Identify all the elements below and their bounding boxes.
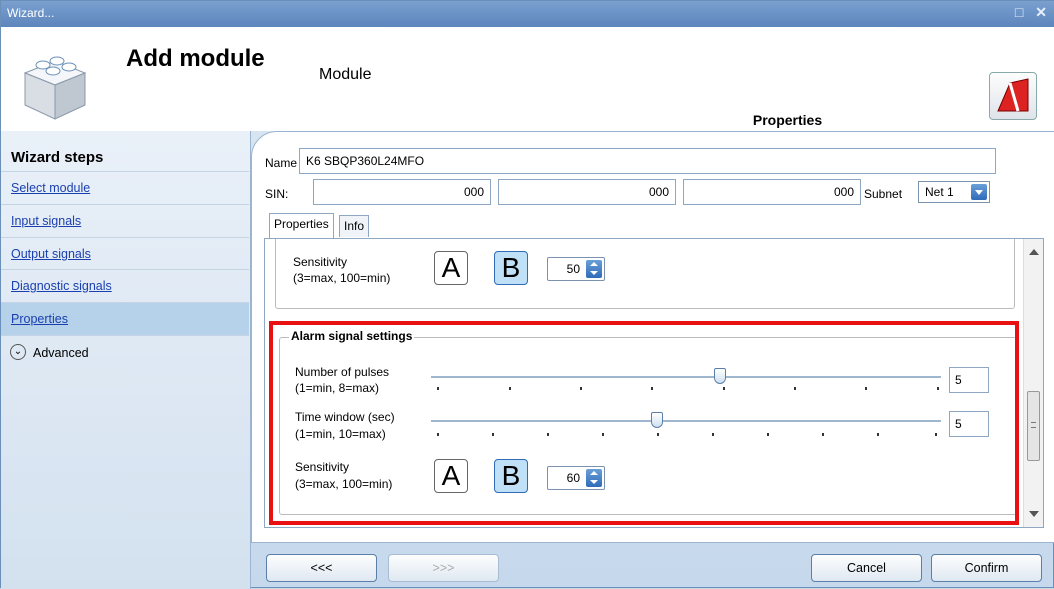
next-button[interactable]: >>> bbox=[388, 554, 499, 582]
page-subtitle: Module bbox=[319, 66, 372, 83]
wizard-steps-sidebar: Wizard steps Select module Input signals… bbox=[1, 131, 251, 589]
chevron-down-icon bbox=[971, 184, 987, 200]
back-button[interactable]: <<< bbox=[266, 554, 377, 582]
sensitivity-value: 50 bbox=[566, 262, 580, 276]
chevron-down-icon: ⌄ bbox=[10, 344, 26, 360]
scroll-thumb[interactable] bbox=[1027, 391, 1040, 461]
sidebar-item-input-signals[interactable]: Input signals bbox=[1, 204, 249, 237]
sidebar-item-label[interactable]: Input signals bbox=[11, 214, 81, 228]
sin-field-3[interactable]: 000 bbox=[683, 179, 861, 205]
sidebar-item-label[interactable]: Properties bbox=[11, 312, 68, 326]
name-label: Name bbox=[265, 156, 298, 170]
sin-label: SIN: bbox=[265, 187, 289, 201]
subnet-value: Net 1 bbox=[925, 185, 954, 199]
sidebar-item-label[interactable]: Select module bbox=[11, 181, 90, 195]
name-field[interactable]: K6 SBQP360L24MFO bbox=[299, 148, 996, 174]
cancel-button[interactable]: Cancel bbox=[811, 554, 922, 582]
exit-icon bbox=[997, 78, 1029, 112]
window-title: Wizard... bbox=[7, 6, 55, 20]
grip-icon bbox=[1031, 422, 1036, 428]
sidebar-advanced-toggle[interactable]: ⌄ Advanced bbox=[1, 335, 249, 368]
sensitivity-a-button[interactable]: A bbox=[434, 251, 468, 285]
sensitivity-b-button[interactable]: B bbox=[494, 251, 528, 285]
sidebar-item-diagnostic-signals[interactable]: Diagnostic signals bbox=[1, 269, 249, 302]
sin-field-2[interactable]: 000 bbox=[498, 179, 676, 205]
exit-wizard-button[interactable] bbox=[989, 72, 1037, 120]
sensitivity-range: (3=max, 100=min) bbox=[293, 271, 391, 285]
sidebar-item-label[interactable]: Diagnostic signals bbox=[11, 279, 112, 293]
sidebar-item-output-signals[interactable]: Output signals bbox=[1, 237, 249, 270]
sidebar-item-properties[interactable]: Properties bbox=[1, 302, 249, 335]
sidebar-item-label[interactable]: Output signals bbox=[11, 247, 91, 261]
highlight-frame bbox=[269, 321, 1019, 525]
wizard-window: Wizard... □ ✕ Add module Module Properti… bbox=[0, 0, 1054, 589]
confirm-button[interactable]: Confirm bbox=[931, 554, 1042, 582]
scroll-up-icon[interactable] bbox=[1029, 249, 1039, 255]
sidebar-item-select-module[interactable]: Select module bbox=[1, 171, 249, 204]
vertical-scrollbar[interactable] bbox=[1023, 239, 1043, 527]
tab-info[interactable]: Info bbox=[339, 215, 370, 237]
wizard-steps-title: Wizard steps bbox=[11, 149, 104, 166]
sin-field-1[interactable]: 000 bbox=[313, 179, 491, 205]
section-tab-properties: Properties bbox=[609, 109, 966, 131]
subnet-label: Subnet bbox=[864, 187, 903, 201]
window-controls[interactable]: □ ✕ bbox=[1015, 4, 1051, 21]
module-cube-icon bbox=[23, 56, 87, 120]
title-bar: Wizard... □ ✕ bbox=[1, 1, 1054, 27]
tab-properties[interactable]: Properties bbox=[269, 213, 334, 238]
advanced-label: Advanced bbox=[33, 346, 89, 360]
subnet-select[interactable]: Net 1 bbox=[918, 181, 990, 203]
spinner-arrows-icon[interactable] bbox=[586, 260, 602, 278]
scroll-down-icon[interactable] bbox=[1029, 511, 1039, 517]
sensitivity-spinner[interactable]: 50 bbox=[547, 257, 605, 281]
page-title: Add module bbox=[126, 45, 265, 72]
sensitivity-label: Sensitivity bbox=[293, 255, 348, 269]
